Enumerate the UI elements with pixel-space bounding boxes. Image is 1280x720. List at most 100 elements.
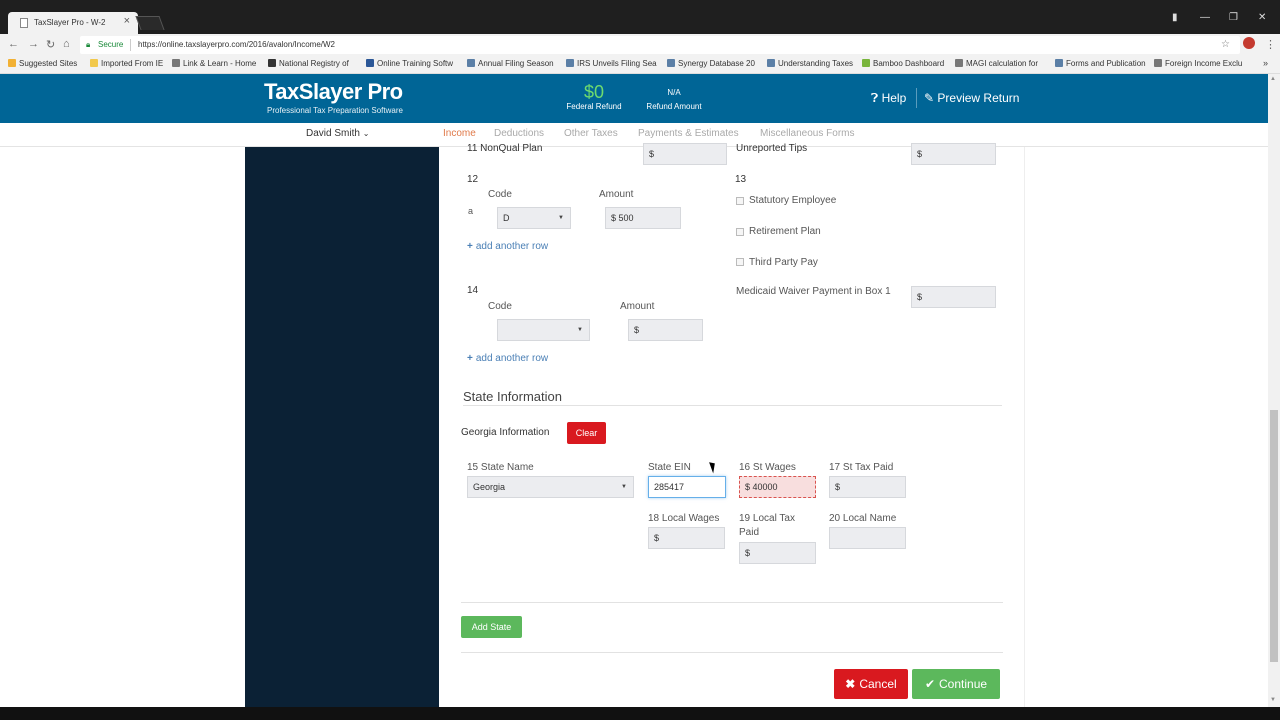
state-name-select[interactable]: Georgia ▼ bbox=[467, 476, 634, 498]
state-ein-input[interactable]: 285417 bbox=[648, 476, 726, 498]
bookmark-icon bbox=[8, 59, 16, 67]
box14-code-select[interactable]: ▼ bbox=[497, 319, 590, 341]
bookmark-item[interactable]: Synergy Database 20 bbox=[667, 59, 755, 68]
bookmark-item[interactable]: Foreign Income Exclu bbox=[1154, 59, 1242, 68]
help-label: Help bbox=[881, 91, 907, 105]
medicaid-waiver-input[interactable]: $ bbox=[911, 286, 996, 308]
bookmark-item[interactable]: Forms and Publication bbox=[1055, 59, 1146, 68]
scroll-down-icon[interactable]: ▼ bbox=[1270, 697, 1276, 703]
box13-label: 13 bbox=[735, 174, 747, 185]
bookmark-item[interactable]: MAGI calculation for bbox=[955, 59, 1038, 68]
omnibox-divider bbox=[130, 39, 131, 51]
retirement-plan-checkbox[interactable] bbox=[736, 228, 744, 236]
third-party-pay-checkbox[interactable] bbox=[736, 258, 744, 266]
bookmark-star-icon[interactable]: ☆ bbox=[1221, 36, 1230, 54]
nav-other-taxes[interactable]: Other Taxes bbox=[564, 128, 618, 139]
nav-payments-estimates[interactable]: Payments & Estimates bbox=[638, 128, 739, 139]
lock-icon: 🔒︎ bbox=[86, 40, 91, 49]
bookmark-item[interactable]: Imported From IE bbox=[90, 59, 163, 68]
scroll-up-icon[interactable]: ▲ bbox=[1270, 76, 1276, 82]
unreported-tips-label: Unreported Tips bbox=[736, 143, 808, 154]
forward-icon[interactable]: → bbox=[28, 38, 39, 50]
logo-title[interactable]: TaxSlayer Pro bbox=[264, 79, 403, 105]
check-circle-icon: ✔ bbox=[924, 677, 935, 691]
box14-add-row-link[interactable]: + add another row bbox=[467, 353, 548, 364]
logo-subtitle: Professional Tax Preparation Software bbox=[267, 106, 403, 115]
local-wages-label: 18 Local Wages bbox=[648, 513, 720, 524]
refund-amount-value: N/A bbox=[667, 88, 681, 97]
box14-label: 14 bbox=[467, 285, 479, 296]
url-text: https://online.taxslayerpro.com/2016/ava… bbox=[138, 40, 335, 49]
box14-amount-input[interactable]: $ bbox=[628, 319, 703, 341]
new-tab-button[interactable] bbox=[135, 16, 165, 30]
plus-icon: + bbox=[467, 353, 473, 364]
bookmark-item[interactable]: Bamboo Dashboard bbox=[862, 59, 944, 68]
menu-kebab-icon[interactable]: ⋮ bbox=[1265, 38, 1276, 51]
bookmark-item[interactable]: Link & Learn - Home bbox=[172, 59, 256, 68]
nav-income[interactable]: Income bbox=[443, 128, 476, 139]
bookmark-icon bbox=[268, 59, 276, 67]
bookmark-item[interactable]: Online Training Softw bbox=[366, 59, 453, 68]
bookmark-label: Suggested Sites bbox=[19, 59, 78, 68]
state-name-value: Georgia bbox=[473, 482, 506, 492]
bookmark-icon bbox=[90, 59, 98, 67]
statutory-employee-checkbox[interactable] bbox=[736, 197, 744, 205]
st-tax-paid-input[interactable]: $ bbox=[829, 476, 906, 498]
box11-input[interactable]: $ bbox=[643, 143, 727, 165]
url-input[interactable]: 🔒︎ Secure https://online.taxslayerpro.co… bbox=[80, 36, 1240, 54]
state-name-label: 15 State Name bbox=[467, 462, 534, 473]
close-tab-icon[interactable]: × bbox=[124, 15, 130, 27]
header-divider bbox=[916, 88, 917, 108]
nav-miscellaneous-forms[interactable]: Miscellaneous Forms bbox=[760, 128, 854, 139]
home-icon[interactable]: ⌂ bbox=[63, 38, 70, 50]
bookmark-icon bbox=[767, 59, 775, 67]
preview-icon: ✎ bbox=[924, 91, 935, 105]
bookmark-icon bbox=[566, 59, 574, 67]
scroll-thumb[interactable] bbox=[1270, 410, 1278, 662]
bookmark-label: MAGI calculation for bbox=[966, 59, 1039, 68]
extension-icon[interactable] bbox=[1243, 37, 1255, 49]
bookmark-label: Link & Learn - Home bbox=[183, 59, 257, 68]
bookmark-item[interactable]: Suggested Sites bbox=[8, 59, 77, 68]
clear-button[interactable]: Clear bbox=[567, 422, 606, 444]
add-state-button[interactable]: Add State bbox=[461, 616, 522, 638]
continue-button[interactable]: ✔ Continue bbox=[912, 669, 1000, 699]
local-wages-input[interactable]: $ bbox=[648, 527, 725, 549]
preview-return-link[interactable]: ✎ Preview Return bbox=[924, 91, 1019, 105]
cancel-button[interactable]: ✖ Cancel bbox=[834, 669, 908, 699]
box12-add-row-link[interactable]: + add another row bbox=[467, 241, 548, 252]
federal-refund-label: Federal Refund bbox=[566, 102, 622, 111]
local-name-input[interactable] bbox=[829, 527, 906, 549]
minimize-icon[interactable]: — bbox=[1200, 12, 1210, 23]
add-row-label: add another row bbox=[475, 353, 549, 364]
back-icon[interactable]: ← bbox=[8, 38, 19, 50]
retirement-plan-label: Retirement Plan bbox=[749, 226, 821, 237]
statutory-employee-label: Statutory Employee bbox=[749, 195, 837, 206]
bookmark-item[interactable]: Annual Filing Season bbox=[467, 59, 554, 68]
box12-amount-input[interactable]: $ 500 bbox=[605, 207, 681, 229]
bookmark-item[interactable]: IRS Unveils Filing Sea bbox=[566, 59, 657, 68]
window-close-icon[interactable]: ✕ bbox=[1258, 12, 1266, 23]
restore-icon[interactable]: ❐ bbox=[1229, 12, 1238, 23]
bookmark-icon bbox=[862, 59, 870, 67]
taskbar-strip bbox=[0, 707, 1280, 720]
browser-tab[interactable]: TaxSlayer Pro - W-2 × bbox=[8, 12, 138, 34]
bookmark-item[interactable]: Understanding Taxes bbox=[767, 59, 853, 68]
bookmark-label: National Registry of bbox=[279, 59, 349, 68]
profile-icon[interactable]: ▮ bbox=[1172, 12, 1178, 23]
help-link[interactable]: ❓︎ Help bbox=[871, 91, 906, 106]
bookmark-item[interactable]: National Registry of bbox=[268, 59, 349, 68]
unreported-tips-input[interactable]: $ bbox=[911, 143, 996, 165]
bookmark-icon bbox=[1154, 59, 1162, 67]
reload-icon[interactable]: ↻ bbox=[46, 38, 55, 51]
more-bookmarks-icon[interactable]: » bbox=[1263, 58, 1268, 68]
st-wages-input[interactable]: $ 40000 bbox=[739, 476, 816, 498]
local-tax-paid-input[interactable]: $ bbox=[739, 542, 816, 564]
bookmark-icon bbox=[467, 59, 475, 67]
nav-deductions[interactable]: Deductions bbox=[494, 128, 544, 139]
chevron-down-icon: ⌄ bbox=[362, 129, 370, 138]
user-menu[interactable]: David Smith ⌄ bbox=[306, 128, 369, 139]
actions-divider bbox=[461, 652, 1003, 653]
box12-code-select[interactable]: D ▼ bbox=[497, 207, 571, 229]
bookmark-label: IRS Unveils Filing Sea bbox=[577, 59, 657, 68]
